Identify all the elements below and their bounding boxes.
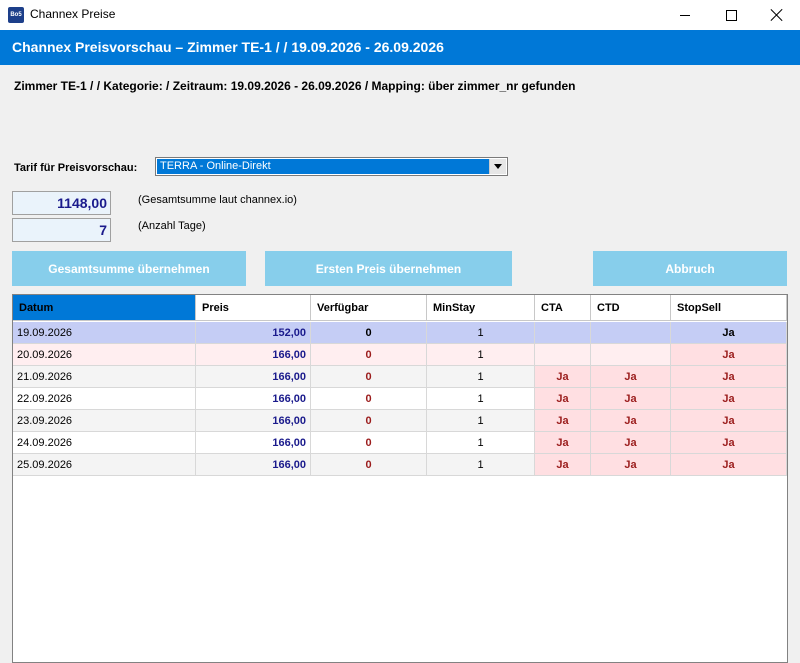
cell-cta [535, 322, 591, 344]
cell-cta: Ja [535, 410, 591, 432]
cell-stopsell: Ja [671, 344, 787, 366]
cell-cta: Ja [535, 366, 591, 388]
cell-date: 21.09.2026 [13, 366, 196, 388]
cell-cta: Ja [535, 388, 591, 410]
minimize-button[interactable] [662, 0, 708, 30]
price-grid[interactable]: Datum Preis Verfügbar MinStay CTA CTD St… [12, 294, 788, 663]
cell-price: 166,00 [196, 366, 311, 388]
column-header-price[interactable]: Preis [196, 295, 311, 321]
cell-available: 0 [311, 366, 427, 388]
tarif-label: Tarif für Preisvorschau: [14, 162, 138, 174]
cell-date: 23.09.2026 [13, 410, 196, 432]
column-header-available[interactable]: Verfügbar [311, 295, 427, 321]
header-bar: Channex Preisvorschau – Zimmer TE-1 / / … [0, 30, 800, 65]
cell-stopsell: Ja [671, 388, 787, 410]
cell-price: 166,00 [196, 410, 311, 432]
cell-minstay: 1 [427, 410, 535, 432]
cell-available: 0 [311, 388, 427, 410]
tarif-selected-value: TERRA - Online-Direkt [157, 159, 489, 174]
cell-cta: Ja [535, 454, 591, 476]
chevron-down-icon [494, 164, 502, 169]
info-line: Zimmer TE-1 / / Kategorie: / Zeitraum: 1… [14, 79, 576, 93]
column-header-stopsell[interactable]: StopSell [671, 295, 787, 321]
cell-date: 25.09.2026 [13, 454, 196, 476]
table-row[interactable]: 21.09.2026 166,00 0 1 Ja Ja Ja [13, 366, 787, 388]
cell-available: 0 [311, 410, 427, 432]
total-sum-field[interactable]: 1148,00 [12, 191, 111, 215]
cell-cta: Ja [535, 432, 591, 454]
table-row[interactable]: 19.09.2026 152,00 0 1 Ja [13, 322, 787, 344]
cell-available: 0 [311, 432, 427, 454]
day-count-field[interactable]: 7 [12, 218, 111, 242]
cell-ctd: Ja [591, 454, 671, 476]
column-header-cta[interactable]: CTA [535, 295, 591, 321]
close-icon [771, 9, 783, 21]
cell-date: 24.09.2026 [13, 432, 196, 454]
cell-price: 166,00 [196, 344, 311, 366]
cell-ctd: Ja [591, 366, 671, 388]
cell-available: 0 [311, 344, 427, 366]
cell-date: 19.09.2026 [13, 322, 196, 344]
apply-first-price-button[interactable]: Ersten Preis übernehmen [265, 251, 512, 286]
cell-available: 0 [311, 322, 427, 344]
grid-header: Datum Preis Verfügbar MinStay CTA CTD St… [13, 295, 787, 322]
day-count-hint: (Anzahl Tage) [138, 220, 206, 232]
table-row[interactable]: 20.09.2026 166,00 0 1 Ja [13, 344, 787, 366]
app-icon: Bo5 [8, 7, 24, 23]
title-bar: Bo5 Channex Preise [0, 0, 800, 30]
cell-price: 152,00 [196, 322, 311, 344]
minimize-icon [680, 14, 690, 16]
cell-stopsell: Ja [671, 366, 787, 388]
dropdown-button[interactable] [489, 159, 506, 174]
cell-minstay: 1 [427, 366, 535, 388]
cell-available: 0 [311, 454, 427, 476]
cell-price: 166,00 [196, 432, 311, 454]
cell-cta [535, 344, 591, 366]
column-header-date[interactable]: Datum [13, 295, 196, 321]
header-title: Channex Preisvorschau – Zimmer TE-1 / / … [12, 39, 444, 55]
cell-ctd [591, 344, 671, 366]
cell-date: 20.09.2026 [13, 344, 196, 366]
close-button[interactable] [754, 0, 800, 30]
maximize-icon [725, 9, 737, 21]
cell-stopsell: Ja [671, 322, 787, 344]
tarif-select[interactable]: TERRA - Online-Direkt [155, 157, 508, 176]
cell-minstay: 1 [427, 344, 535, 366]
total-sum-hint: (Gesamtsumme laut channex.io) [138, 194, 297, 206]
cell-ctd [591, 322, 671, 344]
maximize-button[interactable] [708, 0, 754, 30]
cell-minstay: 1 [427, 322, 535, 344]
cell-ctd: Ja [591, 388, 671, 410]
cell-price: 166,00 [196, 388, 311, 410]
cell-date: 22.09.2026 [13, 388, 196, 410]
table-row[interactable]: 25.09.2026 166,00 0 1 Ja Ja Ja [13, 454, 787, 476]
window-title: Channex Preise [30, 7, 116, 21]
cell-ctd: Ja [591, 410, 671, 432]
cell-stopsell: Ja [671, 454, 787, 476]
table-row[interactable]: 23.09.2026 166,00 0 1 Ja Ja Ja [13, 410, 787, 432]
column-header-ctd[interactable]: CTD [591, 295, 671, 321]
cell-ctd: Ja [591, 432, 671, 454]
table-row[interactable]: 22.09.2026 166,00 0 1 Ja Ja Ja [13, 388, 787, 410]
cell-minstay: 1 [427, 432, 535, 454]
column-header-minstay[interactable]: MinStay [427, 295, 535, 321]
cell-price: 166,00 [196, 454, 311, 476]
apply-total-button[interactable]: Gesamtsumme übernehmen [12, 251, 246, 286]
cancel-button[interactable]: Abbruch [593, 251, 787, 286]
cell-minstay: 1 [427, 388, 535, 410]
table-row[interactable]: 24.09.2026 166,00 0 1 Ja Ja Ja [13, 432, 787, 454]
cell-stopsell: Ja [671, 410, 787, 432]
cell-minstay: 1 [427, 454, 535, 476]
cell-stopsell: Ja [671, 432, 787, 454]
